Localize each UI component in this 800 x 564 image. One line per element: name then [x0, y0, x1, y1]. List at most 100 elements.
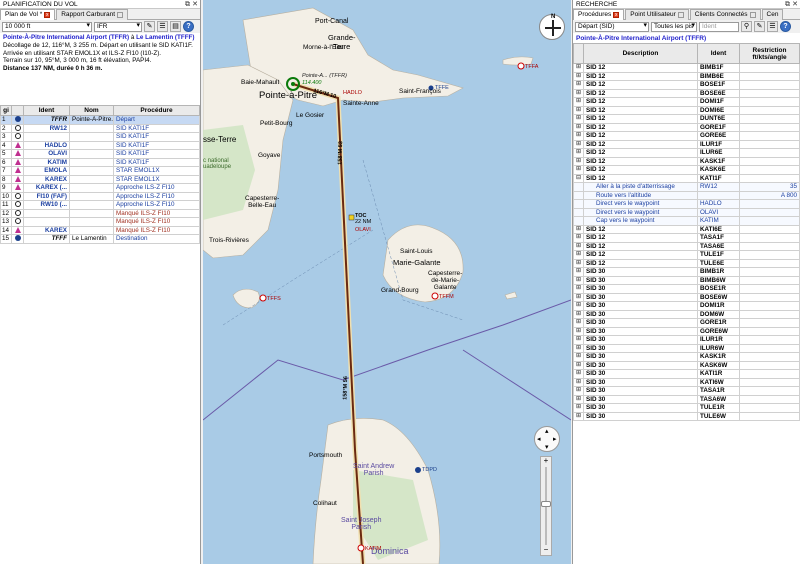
expand-icon[interactable]: ⊞ — [573, 233, 584, 243]
procedure-row[interactable]: ⊞ SID 30 BOSE6W — [573, 292, 800, 302]
col-header[interactable]: Procédure — [113, 105, 200, 116]
procedure-row[interactable]: ⊞ SID 12 GORE1F — [573, 122, 800, 132]
float-icon[interactable]: ⧉ — [185, 0, 190, 9]
tab-center[interactable]: Cen — [761, 9, 784, 20]
expand-icon[interactable]: ⊞ — [573, 148, 584, 158]
table-row[interactable]: 13 Manqué ILS-Z FI10 — [0, 217, 200, 227]
expand-icon[interactable]: ⊞ — [573, 267, 584, 277]
table-row[interactable]: 6 KATIM SID KATI1F — [0, 157, 200, 167]
procedure-row[interactable]: ⊞ SID 12 KASK6E — [573, 165, 800, 175]
flight-plan-icon[interactable]: ☰ — [157, 21, 168, 32]
altitude-input[interactable]: 10 000 ft — [2, 21, 92, 32]
col-header[interactable]: Description — [583, 43, 698, 64]
table-row[interactable]: 2 RW12 SID KATI1F — [0, 123, 200, 133]
pan-left-icon[interactable]: ◂ — [537, 435, 541, 443]
pan-up-icon[interactable]: ▴ — [545, 427, 549, 435]
procedure-row[interactable]: ⊞ SID 30 BOSE1R — [573, 284, 800, 294]
procedure-row[interactable]: ⊞ SID 30 KASK1R — [573, 352, 800, 362]
procedure-row[interactable]: ⊞ SID 12 BIMB6E — [573, 71, 800, 81]
procedure-leg-row[interactable]: Route vers l'altitude A 800 — [573, 190, 800, 200]
procedure-row[interactable]: ⊞ SID 12 DOMI6E — [573, 105, 800, 115]
expand-icon[interactable]: ⊞ — [573, 292, 584, 302]
pan-control[interactable]: ▴ ▾ ◂ ▸ — [534, 426, 560, 452]
runway-select[interactable]: Toutes les pis — [651, 21, 697, 32]
procedure-row[interactable]: ⊞ SID 30 KATI6W — [573, 377, 800, 387]
table-row[interactable]: 12 Manqué ILS-Z FI10 — [0, 208, 200, 218]
float-icon[interactable]: ⧉ — [785, 0, 790, 9]
edit-icon[interactable]: ✎ — [144, 21, 155, 32]
procedure-row[interactable]: ⊞ SID 30 TASA6W — [573, 394, 800, 404]
procedure-row[interactable]: ⊞ SID 12 ILUR6E — [573, 148, 800, 158]
procedure-row[interactable]: ⊞ SID 30 BIMB1R — [573, 267, 800, 277]
procedure-row[interactable]: ⊞ SID 30 ILUR6W — [573, 343, 800, 353]
close-icon[interactable]: ✕ — [192, 0, 198, 9]
help-icon[interactable]: ? — [183, 21, 194, 32]
expand-icon[interactable]: ⊞ — [573, 335, 584, 345]
procedure-row[interactable]: ⊞ SID 12 DOMI1F — [573, 97, 800, 107]
table-row[interactable]: 15 TFFF Le Lamentin Destination — [0, 234, 200, 244]
expand-icon[interactable]: ⊞ — [573, 131, 584, 141]
expand-icon[interactable]: ⊞ — [573, 377, 584, 387]
procedure-row[interactable]: ⊞ SID 30 DOMI1R — [573, 301, 800, 311]
table-row[interactable]: 1 TFFR Pointe-À-Pitre... Départ — [0, 115, 200, 125]
close-tab-icon[interactable] — [749, 12, 756, 18]
tab-fuel-report[interactable]: Rapport Carburant — [56, 9, 129, 20]
table-row[interactable]: 11 RW10 (... Approche ILS-Z FI10 — [0, 200, 200, 210]
table-row[interactable]: 5 OLAVI SID KATI1F — [0, 149, 200, 159]
departure-airport-link[interactable]: Pointe-À-Pitre International Airport (TF… — [3, 34, 129, 41]
flight-rules-select[interactable]: IFR — [94, 21, 142, 32]
procedure-type-select[interactable]: Départ (SID) — [575, 21, 649, 32]
procedure-row[interactable]: ⊞ SID 12 TULE1F — [573, 250, 800, 260]
expand-icon[interactable]: ⊞ — [573, 411, 584, 421]
procedure-leg-row[interactable]: Aller à la piste d'atterrissage RW12 35 — [573, 182, 800, 192]
table-row[interactable]: 14 KAREX Manqué ILS-Z FI10 — [0, 225, 200, 235]
procedure-row[interactable]: ⊞ SID 30 KATI1R — [573, 369, 800, 379]
procedure-row[interactable]: ⊞ SID 12 BOSE1F — [573, 80, 800, 90]
expand-icon[interactable]: ⊞ — [573, 275, 584, 285]
expand-icon[interactable]: ⊞ — [573, 224, 584, 234]
zoom-out-icon[interactable]: − — [542, 546, 550, 554]
procedure-row[interactable]: ⊞ SID 12 ILUR1F — [573, 139, 800, 149]
expand-icon[interactable]: ⊞ — [573, 97, 584, 107]
ident-filter-input[interactable]: Ident — [699, 21, 739, 32]
table-row[interactable]: 10 FI10 (FAF) Approche ILS-Z FI10 — [0, 191, 200, 201]
search-icon[interactable]: ⚲ — [741, 21, 752, 32]
table-row[interactable]: 8 KAREX STAR EMOL1X — [0, 174, 200, 184]
procedure-row[interactable]: ⊞ SID 12 TASA1F — [573, 233, 800, 243]
expand-icon[interactable]: ⊞ — [573, 105, 584, 115]
expand-icon[interactable]: ⊞ — [573, 369, 584, 379]
expand-icon[interactable]: ⊞ — [573, 122, 584, 132]
procedure-leg-row[interactable]: Direct vers le waypoint HADLO — [573, 199, 800, 209]
expand-icon[interactable]: ⊞ — [573, 80, 584, 90]
arrival-airport-link[interactable]: Le Lamentin (TFFF) — [136, 34, 194, 41]
procedure-row[interactable]: ⊞ SID 12 DUNT6E — [573, 114, 800, 124]
expand-icon[interactable]: ⊞ — [573, 114, 584, 124]
tab-procedures[interactable]: Procédures x — [573, 9, 625, 20]
expand-icon[interactable]: ⊞ — [573, 88, 584, 98]
map-view[interactable]: Port-Canal Grande- Terre Morne-à-l'Eau B… — [203, 0, 571, 564]
col-header[interactable]: Ident — [23, 105, 70, 116]
expand-icon[interactable]: ⊞ — [573, 403, 584, 413]
expand-icon[interactable]: ⊞ — [573, 343, 584, 353]
procedure-row[interactable]: ⊞ SID 30 TULE1R — [573, 403, 800, 413]
zoom-slider-handle[interactable] — [541, 501, 551, 507]
table-icon[interactable]: ▤ — [170, 21, 181, 32]
expand-icon[interactable]: ⊞ — [573, 394, 584, 404]
expand-icon[interactable]: ⊞ — [573, 241, 584, 251]
procedure-row[interactable]: ⊞ SID 30 BIMB6W — [573, 275, 800, 285]
table-row[interactable]: 9 KAREX (... Approche ILS-Z FI10 — [0, 183, 200, 193]
expand-icon[interactable]: ⊞ — [573, 63, 584, 73]
procedure-leg-row[interactable]: Direct vers le waypoint OLAVI — [573, 207, 800, 217]
tab-connected-clients[interactable]: Clients Connectés — [689, 9, 761, 20]
tab-user-point[interactable]: Point Utilisateur — [625, 9, 689, 20]
expand-icon[interactable]: ⊞ — [573, 309, 584, 319]
close-tab-icon[interactable]: x — [44, 12, 51, 18]
expand-icon[interactable]: ⊞ — [573, 71, 584, 81]
procedure-row[interactable]: ⊞ SID 30 KASK6W — [573, 360, 800, 370]
close-tab-icon[interactable] — [117, 12, 124, 18]
procedure-row[interactable]: ⊞ SID 30 TASA1R — [573, 386, 800, 396]
procedure-row[interactable]: ⊞ SID 12 BOSE6E — [573, 88, 800, 98]
zoom-in-icon[interactable]: + — [542, 457, 550, 465]
help-icon[interactable]: ? — [780, 21, 791, 32]
procedure-row[interactable]: ⊞ SID 12 TULE6E — [573, 258, 800, 268]
